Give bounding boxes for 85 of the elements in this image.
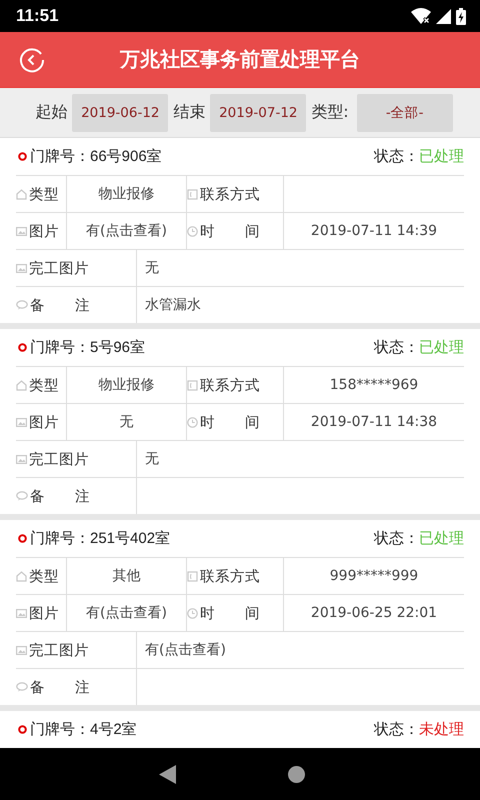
home-nav-icon[interactable]: [288, 766, 305, 782]
chat-icon: [16, 682, 28, 692]
house-icon: [16, 188, 27, 200]
status-value: 未处理: [419, 720, 464, 739]
image-icon: [16, 264, 27, 272]
field-label: 时 间: [200, 414, 260, 432]
app-title: 万兆社区事务前置处理平台: [118, 46, 361, 73]
room-number: 4号2室: [90, 720, 137, 739]
signal-icon: [436, 8, 451, 24]
field-value: 2019-07-11 14:39: [310, 223, 438, 239]
field-value: 物业报修: [98, 185, 154, 203]
clock-time: 11:51: [16, 6, 60, 26]
field-label: 完工图片: [29, 260, 89, 278]
house-icon: [16, 570, 27, 582]
phone-icon: [187, 188, 198, 200]
chat-icon: [16, 300, 28, 310]
ring-icon: [18, 534, 27, 543]
field-value: 2019-06-25 22:01: [310, 605, 438, 621]
field-value: 999*****999: [330, 568, 418, 584]
field-value: 无: [120, 413, 134, 431]
start-label: 起始: [35, 102, 68, 123]
field-value: 有(点击查看): [145, 641, 226, 659]
field-label: 联系方式: [200, 186, 260, 204]
field-label: 图片: [29, 414, 59, 432]
field-label: 完工图片: [29, 450, 89, 468]
battery-icon: [456, 8, 466, 24]
image-icon: [16, 454, 27, 464]
chat-icon: [16, 491, 28, 501]
field-label: 备 注: [30, 678, 90, 696]
field-value: 物业报修: [98, 376, 154, 394]
status-label: 状态：: [374, 147, 419, 166]
field-label: 类型: [29, 186, 59, 204]
field-label: 图片: [29, 222, 59, 240]
field-value: 158*****969: [330, 377, 418, 393]
clock-icon: [187, 608, 198, 618]
field-label: 备 注: [30, 296, 90, 314]
start-date-field[interactable]: 2019-06-12: [72, 94, 168, 132]
clock-icon: [187, 416, 198, 428]
ring-icon: [18, 343, 27, 352]
back-nav-icon[interactable]: [159, 764, 176, 784]
field-label: 类型: [29, 568, 59, 586]
type-dropdown[interactable]: -全部-: [356, 94, 453, 132]
image-icon: [16, 646, 27, 654]
room-number: 66号906室: [90, 147, 162, 166]
field-label: 联系方式: [200, 568, 260, 586]
room-label: 门牌号：: [30, 720, 90, 739]
room-label: 门牌号：: [30, 529, 90, 548]
status-label: 状态：: [374, 720, 419, 739]
field-label: 完工图片: [29, 642, 89, 660]
status-value: 已处理: [419, 338, 464, 357]
status-label: 状态：: [374, 529, 419, 548]
wifi-icon: [411, 8, 431, 24]
field-label: 图片: [29, 604, 59, 622]
status-value: 已处理: [419, 529, 464, 548]
field-label: 时 间: [200, 222, 260, 240]
field-value: 有(点击查看): [86, 222, 167, 240]
field-label: 联系方式: [200, 376, 260, 394]
image-icon: [16, 608, 27, 618]
field-value: 其他: [112, 567, 140, 585]
phone-icon: [187, 570, 198, 582]
field-value: 无: [145, 259, 159, 277]
field-value: 有(点击查看): [86, 604, 167, 622]
status-value: 已处理: [419, 147, 464, 166]
image-icon: [16, 418, 27, 426]
back-button[interactable]: [19, 46, 45, 72]
end-label: 结束: [173, 102, 206, 123]
field-value: 水管漏水: [145, 296, 201, 314]
ring-icon: [18, 725, 27, 734]
room-number: 251号402室: [90, 529, 170, 548]
field-value: 2019-07-11 14:38: [310, 414, 438, 430]
room-label: 门牌号：: [30, 338, 90, 357]
ring-icon: [18, 152, 27, 161]
room-label: 门牌号：: [30, 147, 90, 166]
field-label: 类型: [29, 376, 59, 394]
room-number: 5号96室: [90, 338, 146, 357]
house-icon: [16, 380, 27, 390]
field-label: 时 间: [200, 604, 260, 622]
field-value: 无: [145, 450, 159, 468]
status-label: 状态：: [374, 338, 419, 357]
phone-icon: [187, 380, 198, 390]
type-label: 类型:: [311, 102, 349, 123]
field-label: 备 注: [30, 488, 90, 506]
clock-icon: [187, 226, 198, 236]
image-icon: [16, 226, 27, 236]
end-date-field[interactable]: 2019-07-12: [210, 94, 306, 132]
